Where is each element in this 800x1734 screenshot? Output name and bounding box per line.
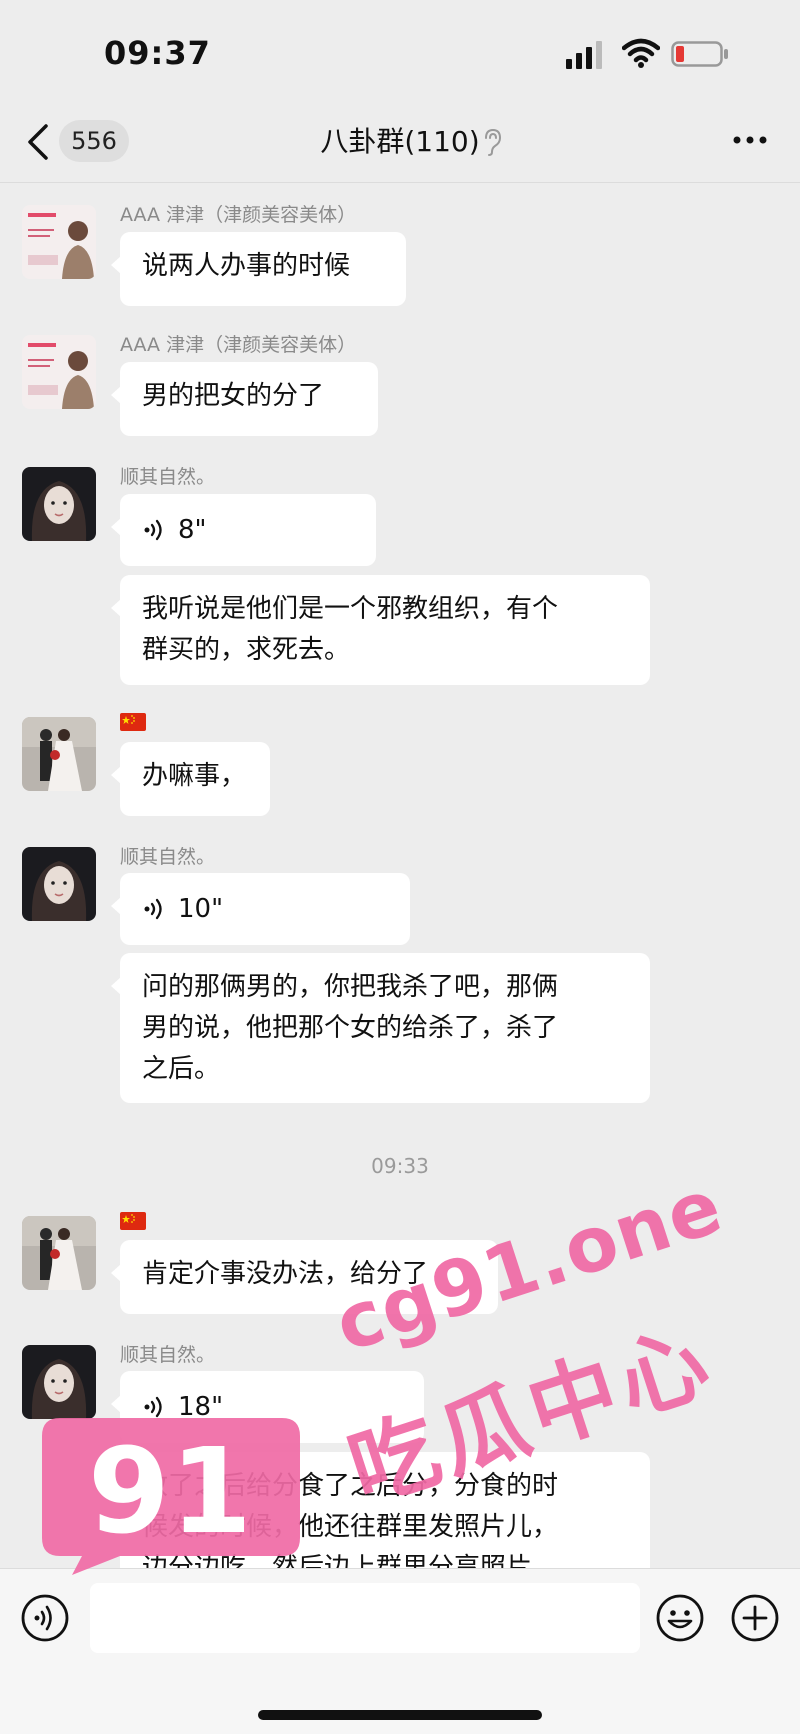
voice-wave-icon [144, 898, 162, 920]
battery-low-icon [671, 41, 728, 67]
input-bar [0, 1568, 800, 1734]
avatar-image [22, 847, 96, 921]
voice-message[interactable]: 18" [111, 1371, 424, 1443]
sender-name: AAA 津津（津颜美容美体） [120, 334, 357, 356]
china-flag-icon [120, 713, 146, 731]
chat-title[interactable]: 八卦群(110) [0, 120, 800, 160]
message-text-line: 之后。 [142, 1054, 221, 1084]
message-text-line: 问的那俩男的，你把我杀了吧，那俩 [142, 972, 559, 1002]
avatar-image [22, 467, 96, 541]
voice-message[interactable]: 8" [111, 494, 376, 566]
add-attachment-icon[interactable] [730, 1593, 780, 1643]
avatar-image [22, 717, 96, 791]
message-text: 肯定介事没办法，给分了 [142, 1259, 429, 1289]
message-bubble[interactable]: 男的把女的分了 [111, 362, 378, 436]
message-bubble[interactable]: 我听说是他们是一个邪教组织，有个 群买的，求死去。 [111, 575, 650, 685]
sender-name: 顺其自然。 [120, 846, 216, 868]
earpiece-mode-icon [485, 128, 502, 156]
avatar-image [22, 335, 96, 409]
more-options-icon[interactable] [732, 134, 768, 146]
avatar-jinjin[interactable] [22, 335, 96, 409]
voice-duration: 8" [178, 515, 207, 545]
message-text: 男的把女的分了 [142, 381, 325, 411]
emoji-icon[interactable] [655, 1593, 705, 1643]
message-text-line: 我听说是他们是一个邪教组织，有个 [142, 594, 559, 624]
message-text: 说两人办事的时候 [142, 251, 351, 281]
sender-name: 顺其自然。 [120, 466, 216, 488]
message-bubble[interactable]: 肯定介事没办法，给分了 [111, 1240, 498, 1314]
voice-duration: 18" [178, 1392, 224, 1422]
message-input[interactable] [90, 1583, 640, 1653]
home-indicator [258, 1710, 542, 1720]
voice-wave-icon [144, 519, 162, 541]
wifi-icon [622, 38, 660, 68]
avatar-shunqiziran[interactable] [22, 467, 96, 541]
message-text-line: 群买的，求死去。 [142, 635, 351, 665]
status-bar: 09:37 [0, 0, 800, 100]
avatar-wedding[interactable] [22, 1216, 96, 1290]
message-text-line: 散了之后给分食了之后分，分食的时 [142, 1471, 559, 1501]
avatar-image [22, 1345, 96, 1419]
avatar-image [22, 1216, 96, 1290]
voice-message[interactable]: 10" [111, 873, 410, 945]
status-time: 09:37 [104, 34, 211, 72]
chat-header: 556 八卦群(110) [0, 100, 800, 183]
sender-name: 顺其自然。 [120, 1344, 216, 1366]
voice-duration: 10" [178, 894, 224, 924]
message-bubble[interactable]: 问的那俩男的，你把我杀了吧，那俩 男的说，他把那个女的给杀了，杀了 之后。 [111, 953, 650, 1103]
voice-input-toggle-icon[interactable] [20, 1593, 70, 1643]
message-text: 办嘛事， [142, 761, 247, 791]
sender-name: AAA 津津（津颜美容美体） [120, 204, 357, 226]
avatar-shunqiziran[interactable] [22, 1345, 96, 1419]
message-text-line: 男的说，他把那个女的给杀了，杀了 [142, 1013, 559, 1043]
message-bubble[interactable]: 说两人办事的时候 [111, 232, 406, 306]
avatar-wedding[interactable] [22, 717, 96, 791]
voice-wave-icon [144, 1396, 162, 1418]
avatar-shunqiziran[interactable] [22, 847, 96, 921]
avatar-jinjin[interactable] [22, 205, 96, 279]
china-flag-icon [120, 1212, 146, 1230]
cellular-signal-icon [566, 41, 602, 69]
time-divider: 09:33 [371, 1154, 429, 1178]
avatar-image [22, 205, 96, 279]
message-text-line: 候发的时候，他还往群里发照片儿， [142, 1512, 559, 1542]
message-bubble[interactable]: 办嘛事， [111, 742, 270, 816]
